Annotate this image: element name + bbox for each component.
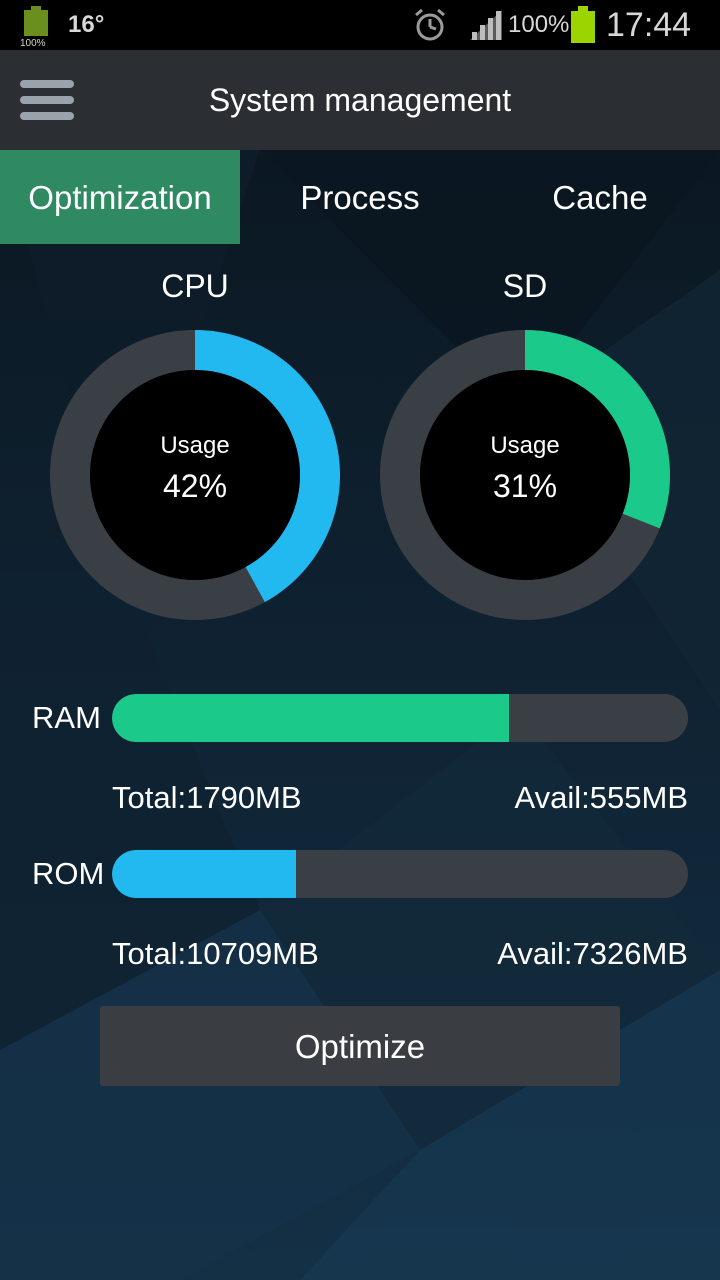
cpu-gauge-label: CPU — [161, 268, 229, 304]
ram-total: Total:1790MB — [112, 780, 302, 815]
battery-small-label: 100% — [20, 38, 46, 49]
ram-label: RAM — [32, 700, 101, 735]
status-bar: 100% 16° 100% 17:44 — [0, 0, 720, 50]
alarm-icon — [412, 0, 448, 50]
cpu-usage-label: Usage — [160, 432, 230, 459]
app-bar: System management — [0, 50, 720, 150]
rom-total: Total:10709MB — [112, 936, 319, 971]
ram-available: Avail:555MB — [514, 780, 688, 815]
menu-icon[interactable] — [18, 76, 76, 124]
clock-time: 17:44 — [606, 5, 692, 44]
ram-usage-fill — [112, 694, 510, 742]
cpu-usage-gauge: Usage 42% — [50, 330, 340, 620]
battery-icon — [570, 0, 596, 50]
rom-available: Avail:7326MB — [497, 936, 688, 971]
page-title: System management — [208, 82, 512, 118]
sd-usage-value: 31% — [492, 468, 558, 504]
rom-usage-bar — [112, 850, 688, 898]
battery-icon: 100% — [20, 6, 52, 49]
sd-usage-label: Usage — [490, 432, 560, 459]
sd-usage-gauge: Usage 31% — [380, 330, 670, 620]
rom-usage-fill — [112, 850, 297, 898]
signal-percent: 100% — [508, 11, 570, 38]
tab-optimization[interactable]: Optimization — [0, 150, 240, 244]
tab-process[interactable]: Process — [240, 150, 480, 244]
sd-gauge-label: SD — [502, 268, 548, 304]
optimize-button[interactable]: Optimize — [100, 1006, 620, 1086]
rom-label: ROM — [32, 856, 105, 891]
tab-cache[interactable]: Cache — [480, 150, 720, 244]
temperature-text: 16° — [68, 11, 105, 38]
ram-usage-bar — [112, 694, 688, 742]
signal-icon — [468, 0, 504, 50]
cpu-usage-value: 42% — [162, 468, 228, 504]
